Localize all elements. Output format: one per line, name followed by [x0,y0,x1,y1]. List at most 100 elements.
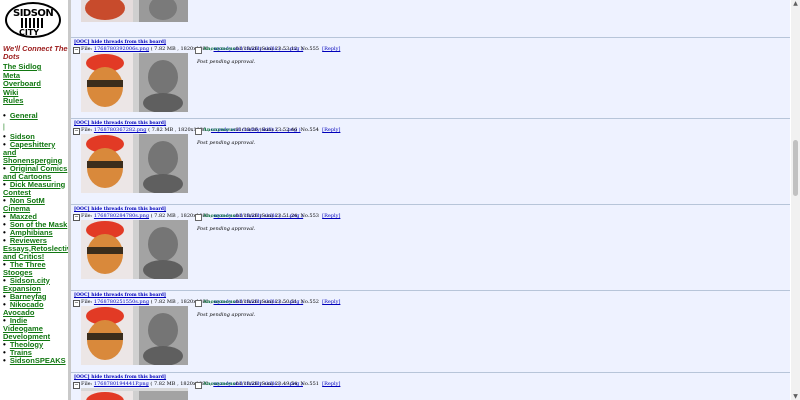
post-select-checkbox[interactable] [195,128,202,135]
scroll-down-icon[interactable]: ▼ [792,393,799,400]
file-link[interactable]: 1768780367282.png [94,127,147,133]
nav-links: The Sidlog Meta Overboard Wiki Rules [3,62,68,106]
board-item: • Original Comics and Cartoons [3,163,68,181]
sidebar: SIDSON CITY We'll Connect The Dots The S… [0,0,71,400]
post-number[interactable]: No.554 [301,127,319,133]
board-item: • General [3,110,38,120]
file-link[interactable]: 1768780251550s.png [94,299,149,305]
thread-entry: [OOC] hide threads from this board] − Fi… [71,37,790,115]
post-date: 01/18/26 (Sun) 23:52:46 [235,127,298,133]
hide-threads-link[interactable]: [OOC] hide threads from this board] [74,207,166,212]
meme-image-icon [81,53,188,112]
reply-link[interactable]: [Reply] [322,299,340,305]
thread-divider [71,37,790,38]
post-date: 01/18/26 (Sun) 23:49:54 [235,381,298,387]
reply-link[interactable]: [Reply] [322,127,340,133]
board-item: • Nikocado Avocado [3,299,44,317]
thread-divider [71,118,790,119]
collapse-toggle[interactable]: − [73,47,80,54]
board-item: • Capeshittery and Shonensperging [3,139,63,165]
board-link[interactable]: Reviewers Essays,Retoslective and Critic… [3,236,68,261]
post-header: Anonymous01/18/26 (Sun) 23:49:54 No.551 … [203,381,340,387]
board-item: • SidsonSPEAKS [3,355,66,365]
collapse-toggle[interactable]: − [73,300,80,307]
board-item: • The Three Stooges [3,259,46,277]
poster-name: Anonymous [203,299,236,305]
board-link[interactable]: Sidson.city Expansion [3,276,50,293]
post-select-checkbox[interactable] [195,300,202,307]
collapse-toggle[interactable]: − [73,214,80,221]
post-number[interactable]: No.553 [301,213,319,219]
post-status: Post pending approval. [197,312,256,318]
poster-name: Anonymous [203,381,236,387]
thread-entry: [OOC] hide threads from this board] − Fi… [71,290,790,368]
post-select-checkbox[interactable] [195,214,202,221]
file-label: File: [81,381,93,387]
reply-link[interactable]: [Reply] [322,46,340,52]
thread-thumbnail[interactable] [81,134,188,193]
post-header: Anonymous01/18/26 (Sun) 23:52:46 No.554 … [203,127,340,133]
poster-name: Anonymous [203,127,236,133]
board-link[interactable]: Indie Videogame Development [3,316,50,341]
board-link[interactable]: Original Comics and Cartoons [3,164,67,181]
post-number[interactable]: No.552 [301,299,319,305]
thread-thumbnail[interactable] [81,306,188,365]
collapse-toggle[interactable]: − [73,382,80,389]
reply-link[interactable]: [Reply] [322,381,340,387]
post-select-checkbox[interactable] [195,382,202,389]
thread-divider [71,372,790,373]
board-link[interactable]: Non SotM Cinema [3,196,45,213]
vertical-scrollbar[interactable]: ▲ ▼ [791,0,800,400]
file-link[interactable]: 1768780284780s.png [94,213,149,219]
post-header: Anonymous01/18/26 (Sun) 23:50:51 No.552 … [203,299,340,305]
thread-thumbnail[interactable] [81,220,188,279]
thread-thumbnail[interactable] [81,53,188,112]
poster-name: Anonymous [203,213,236,219]
post-status: Post pending approval. [197,59,256,65]
post-status: Post pending approval. [197,226,256,232]
post-header: Anonymous01/18/26 (Sun) 23:53:12 No.555 … [203,46,340,52]
file-label: File: [81,213,93,219]
collapse-toggle[interactable]: − [73,128,80,135]
thread-thumbnail[interactable] [81,388,188,400]
file-label: File: [81,46,93,52]
thread-divider [71,204,790,205]
board-link[interactable]: Capeshittery and Shonensperging [3,140,62,165]
meme-image-icon [81,306,188,365]
board-link[interactable]: The Three Stooges [3,260,46,277]
meme-image-icon [81,134,188,193]
hide-threads-link[interactable]: [OOC] hide threads from this board] [74,40,166,45]
post-number[interactable]: No.555 [301,46,319,52]
thread-divider [71,290,790,291]
post-status: Post pending approval. [197,140,256,146]
hide-threads-link[interactable]: [OOC] hide threads from this board] [74,121,166,126]
scroll-thumb[interactable] [793,140,798,196]
scroll-up-icon[interactable]: ▲ [792,0,799,7]
post-date: 01/18/26 (Sun) 23:51:24 [235,213,298,219]
board-separator: | [3,123,5,131]
board-link[interactable]: Dick Measuring Contest [3,180,65,197]
board-item: • Dick Measuring Contest [3,179,66,197]
file-link[interactable]: 1768780194441P.png [94,381,149,387]
hide-threads-link[interactable]: [OOC] hide threads from this board] [74,375,166,380]
post-date: 01/18/26 (Sun) 23:50:51 [235,299,298,305]
post-header: Anonymous01/18/26 (Sun) 23:51:24 No.553 … [203,213,340,219]
hide-threads-link[interactable]: [OOC] hide threads from this board] [74,293,166,298]
thread-thumbnail[interactable] [81,0,188,22]
board-item: • Sidson.city Expansion [3,275,50,293]
file-link[interactable]: 1768780392006s.png [94,46,149,52]
logo-bottom-text: CITY [19,28,40,37]
site-logo[interactable]: SIDSON CITY [3,2,65,42]
meme-image-icon [81,391,188,400]
board-link[interactable]: SidsonSPEAKS [10,356,66,365]
post-number[interactable]: No.551 [301,381,319,387]
thread-entry: [OOC] hide threads from this board] − Fi… [71,204,790,282]
board-list: • Sidson • Capeshittery and Shonensperging… [0,132,68,365]
board-link[interactable]: Nikocado Avocado [3,300,44,317]
nav-link-rules[interactable]: Rules [3,96,68,106]
post-select-checkbox[interactable] [195,47,202,54]
reply-link[interactable]: [Reply] [322,213,340,219]
board-link-general[interactable]: General [10,111,38,120]
general-list: • General [0,110,68,120]
file-label: File: [81,299,93,305]
